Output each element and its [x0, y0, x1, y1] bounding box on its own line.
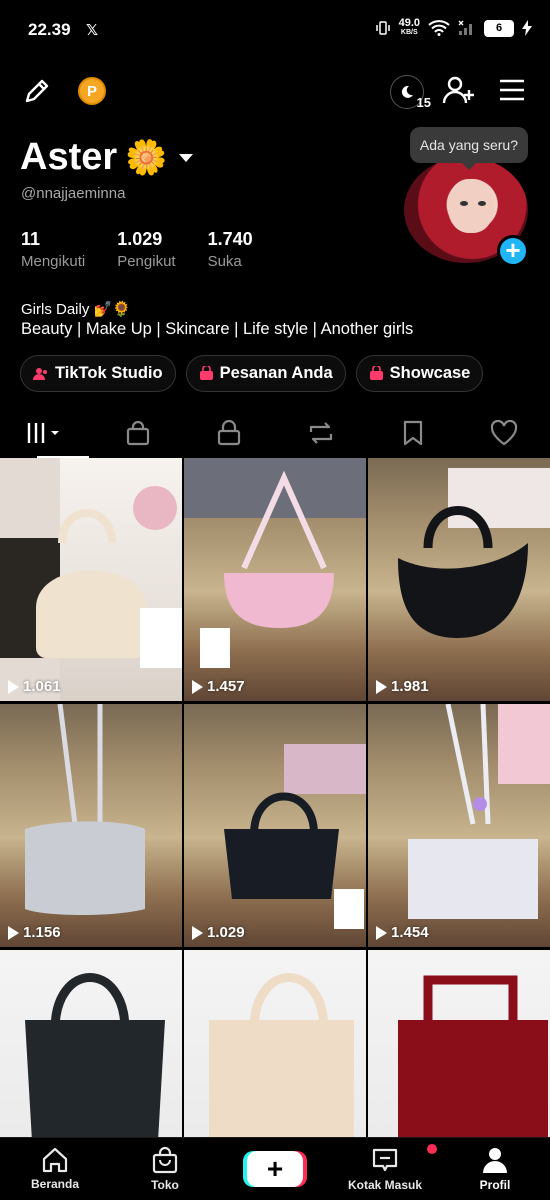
grid-icon [27, 423, 59, 443]
tab-liked[interactable] [458, 408, 550, 458]
profile-pills: TikTok Studio Pesanan Anda Showcase [20, 355, 484, 392]
menu-hamburger-icon[interactable] [498, 78, 526, 102]
bookmark-icon [403, 420, 422, 446]
play-icon [376, 679, 387, 694]
handbag-image [224, 744, 366, 929]
handbag-image [184, 458, 366, 668]
video-thumbnail[interactable]: 1.457 [184, 458, 366, 701]
charging-icon [522, 20, 532, 36]
play-icon [8, 679, 19, 694]
chevron-down-icon[interactable] [178, 153, 194, 163]
coin-icon: P [78, 77, 106, 105]
tab-reposts[interactable] [275, 408, 367, 458]
handbag-image [0, 458, 182, 701]
nav-inbox[interactable]: Kotak Masuk [330, 1138, 440, 1200]
people-icon [33, 367, 47, 380]
nav-profile[interactable]: Profil [440, 1138, 550, 1200]
view-count: 1.061 [8, 678, 61, 695]
edit-pencil-icon[interactable] [22, 76, 52, 106]
tab-shop[interactable] [92, 408, 184, 458]
bag-icon [199, 366, 213, 380]
coin-button[interactable]: P [78, 77, 106, 105]
profile-stats: 11 Mengikuti 1.029 Pengikut 1.740 Suka [21, 229, 253, 270]
nav-shop[interactable]: Toko [110, 1138, 220, 1200]
net-speed: 49.0 KB/S [398, 17, 420, 37]
add-story-button[interactable]: + [497, 235, 529, 267]
shop-bag-icon [126, 420, 149, 446]
tab-videos[interactable] [0, 408, 92, 458]
handbag-image [25, 704, 145, 915]
signal-icon [458, 20, 472, 35]
handbag-image [398, 468, 550, 638]
status-time: 22.39 [28, 20, 71, 39]
tiktok-studio-button[interactable]: TikTok Studio [20, 355, 176, 392]
bag-icon [369, 366, 383, 380]
create-icon: + [247, 1151, 303, 1187]
nav-home[interactable]: Beranda [0, 1138, 110, 1200]
profile-icon [483, 1148, 507, 1173]
video-thumbnail[interactable]: 1.981 [368, 458, 550, 701]
battery-indicator: 6 [484, 19, 514, 37]
status-right: 49.0 KB/S 6 [375, 17, 532, 37]
nav-create[interactable]: + [220, 1138, 330, 1200]
notification-dot [427, 1144, 437, 1154]
video-thumbnail[interactable]: 1.454 [368, 704, 550, 947]
tab-private[interactable] [183, 408, 275, 458]
tab-favorites[interactable] [367, 408, 459, 458]
orders-button[interactable]: Pesanan Anda [185, 355, 346, 392]
profile-name[interactable]: Aster 🌼 [20, 136, 194, 179]
stat-likes[interactable]: 1.740 Suka [208, 229, 253, 270]
badge-count: 15 [416, 95, 431, 110]
top-action-row: P 15 [0, 70, 550, 114]
bottom-nav: Beranda Toko + Kotak Masuk Profil [0, 1137, 550, 1200]
view-count: 1.457 [192, 678, 245, 695]
play-icon [192, 679, 203, 694]
activity-badge[interactable]: 15 [390, 75, 431, 110]
video-grid: 1.061 1.457 1.981 1.156 1.029 1.454 [0, 458, 550, 1193]
tooltip-bubble[interactable]: Ada yang seru? [409, 127, 528, 170]
stat-following[interactable]: 11 Mengikuti [21, 229, 85, 270]
handbag-image [408, 704, 550, 919]
play-icon [192, 925, 203, 940]
moon-badge-icon: 15 [390, 75, 431, 110]
content-tabs [0, 408, 550, 458]
view-count: 1.156 [8, 924, 61, 941]
video-thumbnail[interactable]: 1.029 [184, 704, 366, 947]
bio-line-1: Girls Daily 💅🌻 [21, 301, 131, 318]
add-friend-icon[interactable] [442, 74, 476, 106]
wifi-icon [428, 20, 450, 36]
profile-handle: @nnajjaeminna [21, 185, 126, 202]
showcase-button[interactable]: Showcase [355, 355, 484, 392]
shop-icon [152, 1146, 178, 1174]
lock-icon [218, 420, 241, 446]
view-count: 1.029 [192, 924, 245, 941]
home-icon [42, 1147, 68, 1173]
view-count: 1.981 [376, 678, 429, 695]
play-icon [376, 925, 387, 940]
heart-icon [491, 420, 518, 446]
video-thumbnail[interactable]: 1.156 [0, 704, 182, 947]
vibrate-icon [375, 21, 390, 35]
repost-icon [309, 422, 332, 444]
status-bar: 22.39 𝕏 49.0 KB/S 6 [0, 0, 550, 62]
view-count: 1.454 [376, 924, 429, 941]
stat-followers[interactable]: 1.029 Pengikut [117, 229, 175, 270]
x-app-icon: 𝕏 [86, 22, 99, 39]
play-icon [8, 925, 19, 940]
profile-name-text: Aster [20, 136, 118, 178]
video-thumbnail[interactable]: 1.061 [0, 458, 182, 701]
flower-emoji: 🌼 [125, 138, 168, 177]
bio-line-2: Beauty | Make Up | Skincare | Life style… [21, 320, 414, 338]
inbox-icon [372, 1148, 398, 1172]
